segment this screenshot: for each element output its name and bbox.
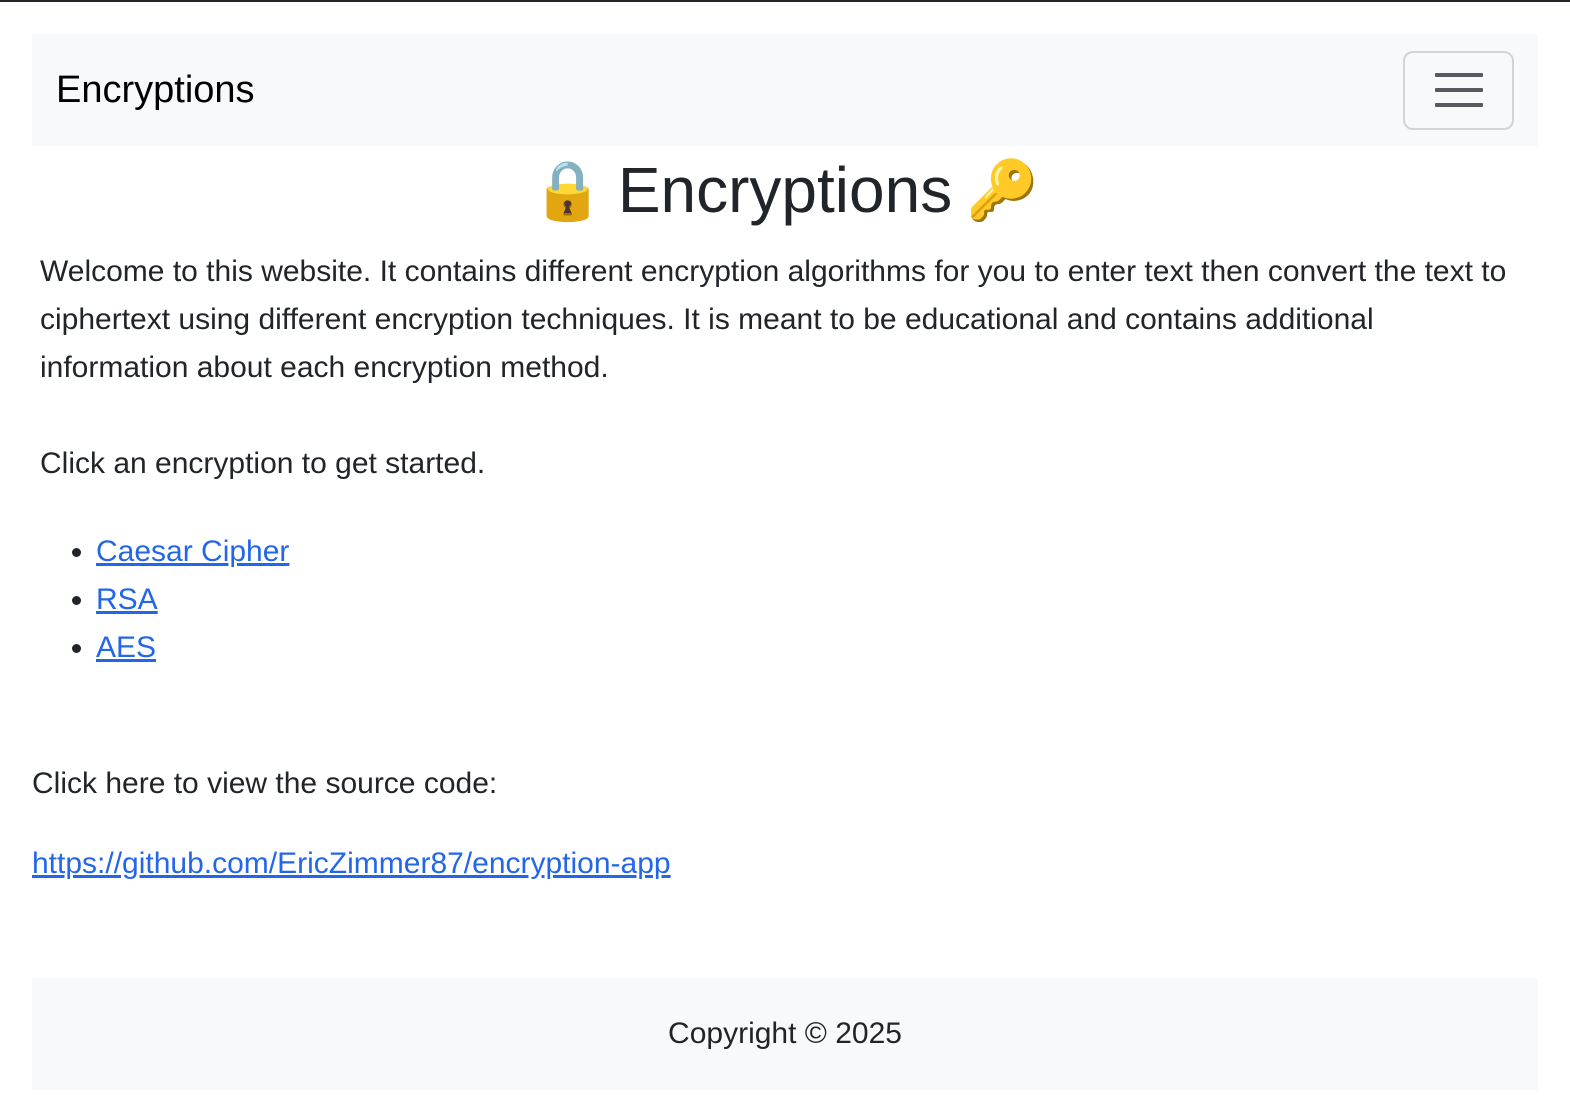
list-item: AES [96,624,1530,672]
caesar-cipher-link[interactable]: Caesar Cipher [96,535,289,568]
intro-paragraph: Welcome to this website. It contains dif… [40,255,1507,384]
encryption-list: Caesar Cipher RSA AES [40,528,1530,672]
navbar-brand[interactable]: Encryptions [56,69,255,112]
list-item: Caesar Cipher [96,528,1530,576]
source-code-label: Click here to view the source code: [32,767,498,800]
source-code-link[interactable]: https://github.com/EricZimmer87/encrypti… [32,840,671,888]
copyright-text: Copyright © 2025 [668,1017,902,1050]
lock-icon: 🔒 [531,156,604,224]
navbar-toggler-button[interactable] [1403,50,1514,130]
footer: Copyright © 2025 [32,978,1538,1090]
window-top-border [0,0,1570,2]
get-started-prompt: Click an encryption to get started. [40,447,486,480]
rsa-link[interactable]: RSA [96,583,158,616]
aes-link[interactable]: AES [96,631,156,664]
list-item: RSA [96,576,1530,624]
hamburger-menu-icon [1434,73,1483,77]
main-content: Welcome to this website. It contains dif… [32,248,1538,672]
key-icon: 🔑 [966,156,1039,224]
hamburger-menu-icon-line [1434,103,1483,107]
page-container: Encryptions 🔒 Encryptions 🔑 Welcome to t… [32,34,1538,888]
page-title: Encryptions [617,154,953,226]
hero-heading: 🔒 Encryptions 🔑 [32,150,1538,230]
navbar: Encryptions [32,34,1538,146]
hamburger-menu-icon-line [1434,88,1483,92]
